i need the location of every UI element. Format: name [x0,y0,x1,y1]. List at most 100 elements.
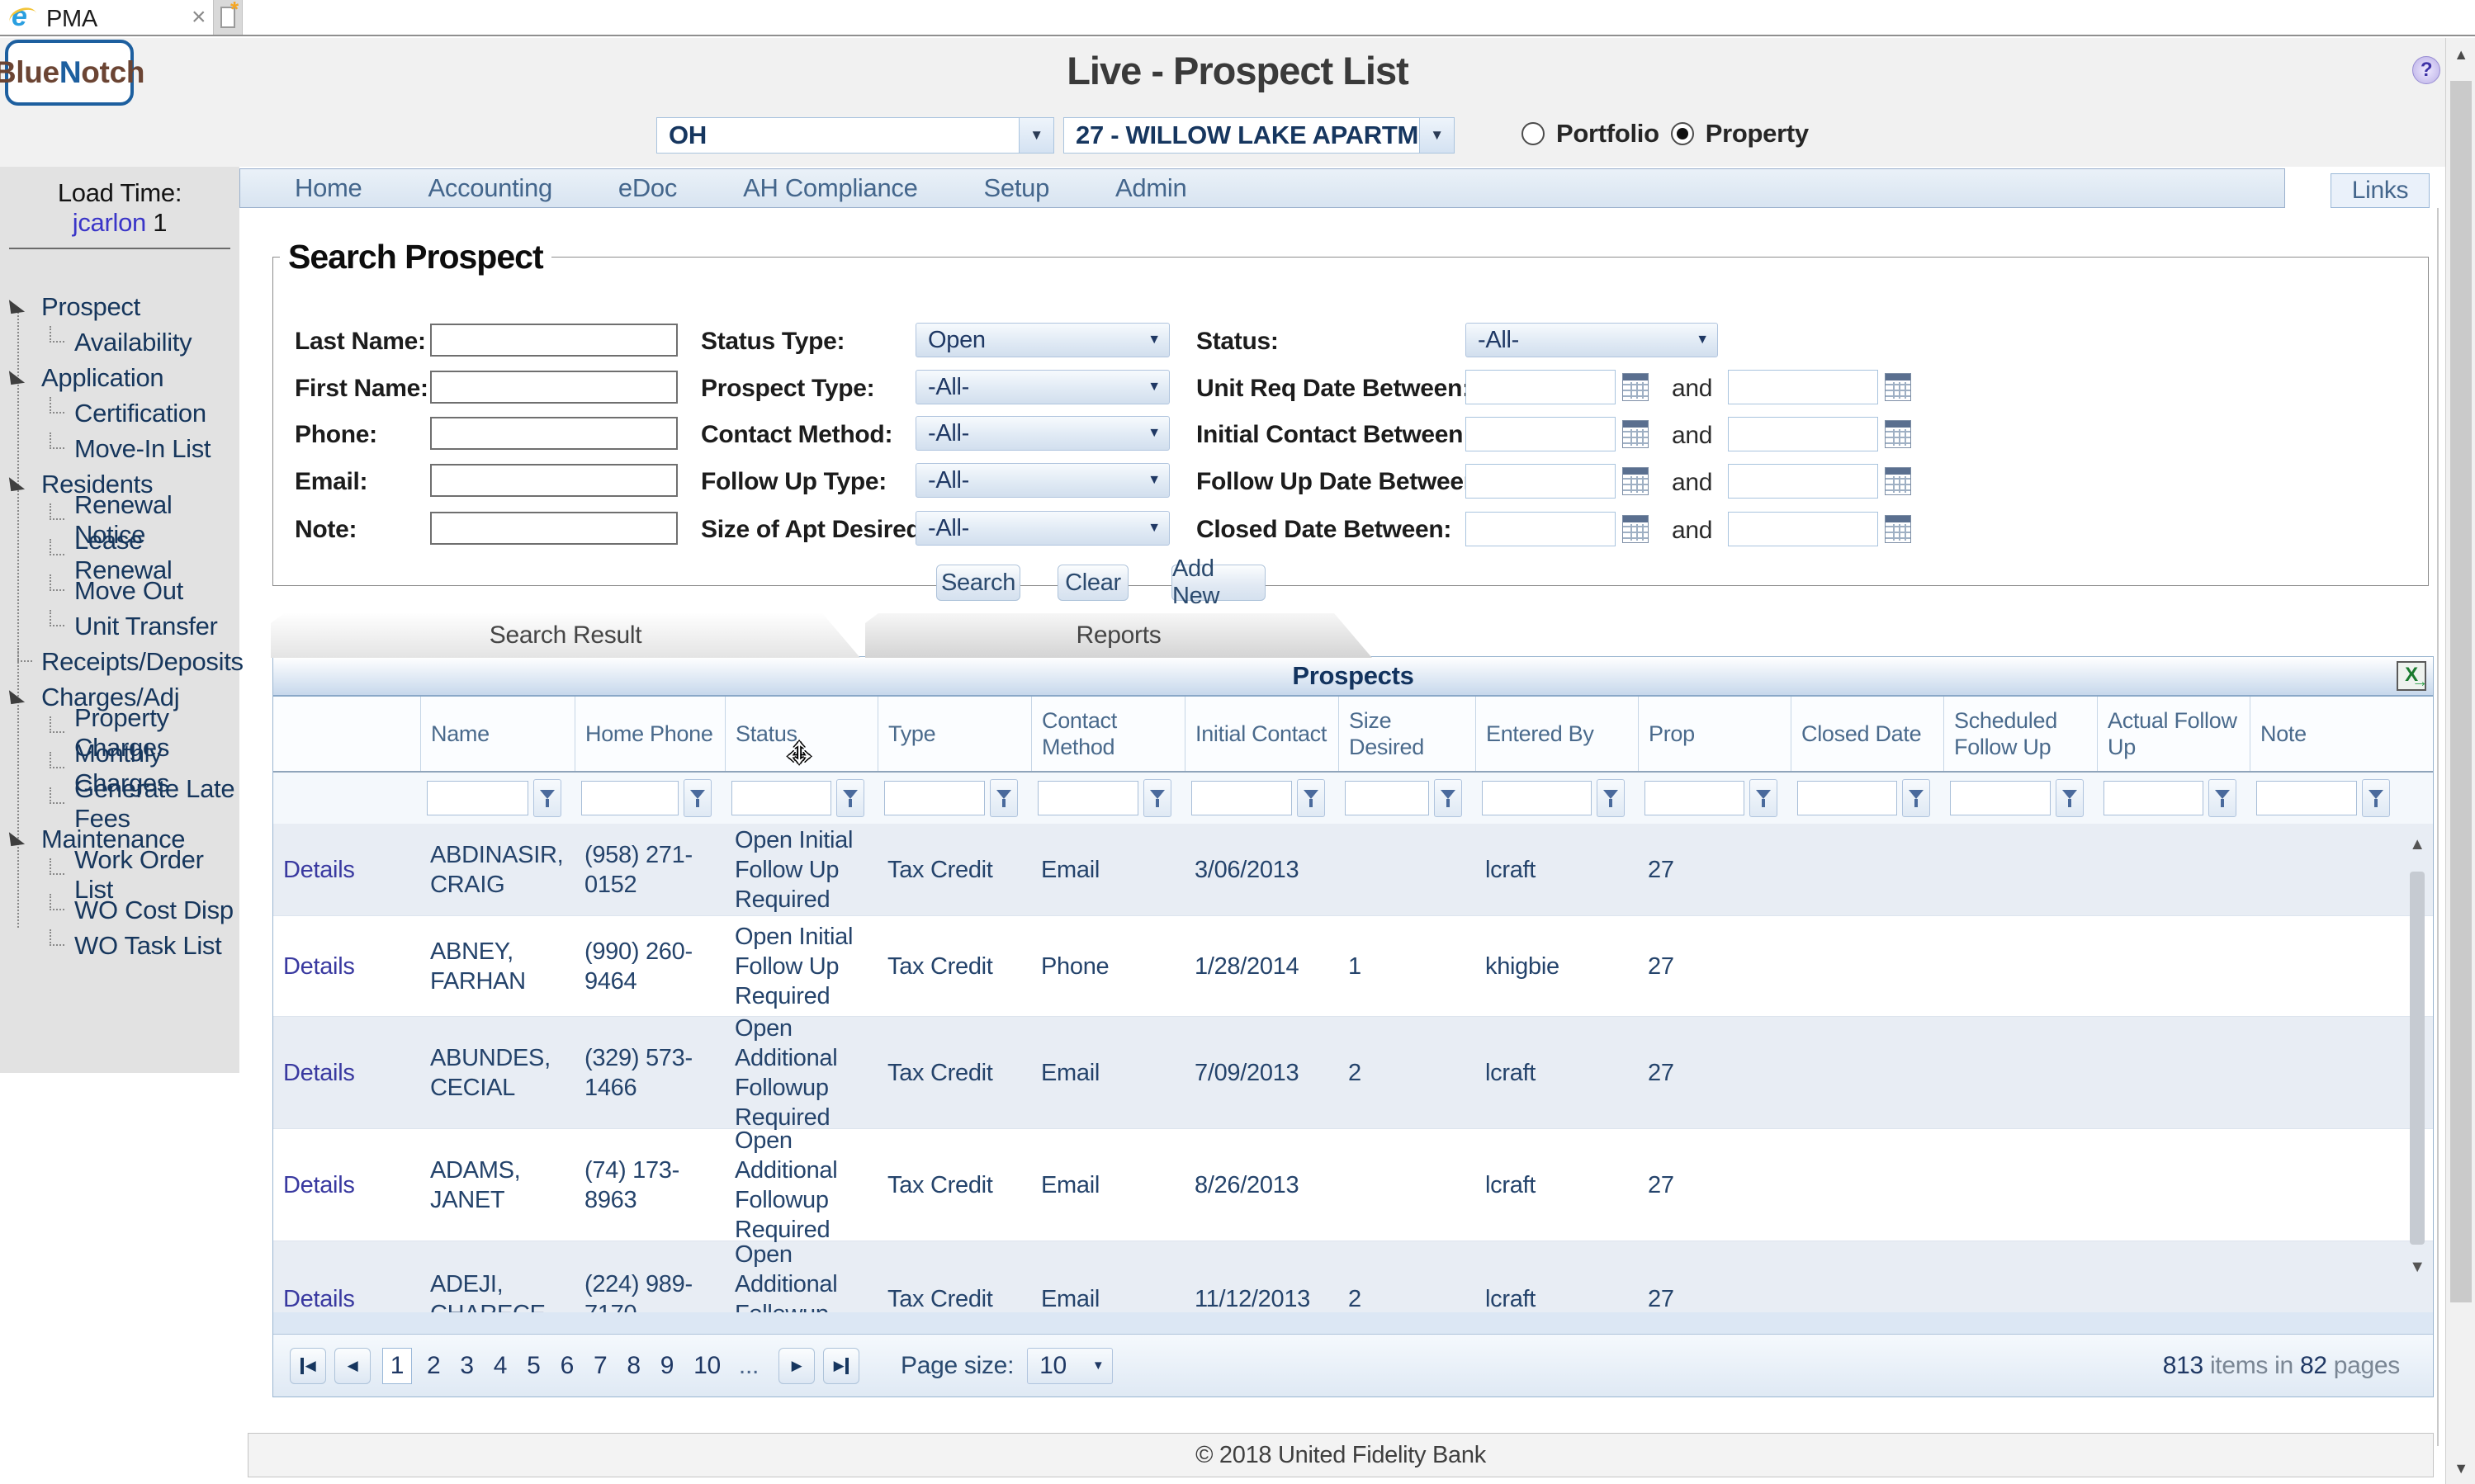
filter-funnel-icon[interactable] [1749,779,1777,817]
sidebar-item-wo-task-list[interactable]: WO Task List [0,928,239,963]
filter-funnel-icon[interactable] [1434,779,1462,817]
filter-funnel-icon[interactable] [1902,779,1930,817]
filter-input-home-phone[interactable] [581,781,679,815]
filter-input-initial-contact[interactable] [1191,781,1292,815]
col-header-note[interactable]: Note [2250,697,2403,771]
filter-funnel-icon[interactable] [1597,779,1625,817]
scrollbar-thumb[interactable] [2410,872,2425,1245]
follow-up-date-from-field[interactable] [1465,464,1616,499]
menu-item-edoc[interactable]: eDoc [618,173,677,203]
next-page-button[interactable]: ▶ [778,1348,815,1384]
first-page-button[interactable]: ◀ [290,1348,326,1384]
portfolio-radio-label[interactable]: Portfolio [1556,119,1659,149]
col-header-contact-method[interactable]: Contact Method [1031,697,1185,771]
filter-funnel-icon[interactable] [1297,779,1325,817]
portfolio-radio[interactable] [1521,122,1545,145]
follow-up-type-dropdown[interactable]: -All-▼ [916,463,1170,498]
calendar-icon[interactable] [1885,420,1911,448]
col-header-home-phone[interactable]: Home Phone [575,697,725,771]
filter-funnel-icon[interactable] [1143,779,1171,817]
scrollbar-thumb[interactable] [2450,81,2472,1302]
menu-item-accounting[interactable]: Accounting [428,173,552,203]
sidebar-item-generate-late-fees[interactable]: Generate Late Fees [0,786,239,821]
filter-funnel-icon[interactable] [836,779,864,817]
scroll-down-icon[interactable]: ▼ [2446,1460,2475,1477]
status-dropdown[interactable]: -All-▼ [1465,323,1718,357]
page-9-link[interactable]: 9 [651,1352,684,1380]
col-header-size-desired[interactable]: Size Desired [1338,697,1475,771]
filter-input-actual-follow-up[interactable] [2104,781,2203,815]
sidebar-item-receipts-deposits[interactable]: Receipts/Deposits [0,644,239,679]
tab-reports[interactable]: Reports [865,613,1372,658]
chevron-down-icon[interactable]: ▼ [1019,118,1053,153]
phone-field[interactable] [430,417,678,450]
unit-req-date-to-field[interactable] [1728,370,1878,404]
details-link[interactable]: Details [273,1017,420,1128]
initial-contact-from-field[interactable] [1465,417,1616,451]
unit-req-date-from-field[interactable] [1465,370,1616,404]
tab-search-result[interactable]: Search Result [271,613,860,658]
chevron-down-icon[interactable]: ▼ [1419,118,1454,153]
sidebar-item-prospect[interactable]: Prospect [0,289,239,324]
sidebar-item-wo-cost-disp[interactable]: WO Cost Disp [0,892,239,928]
scroll-up-icon[interactable]: ▲ [2446,46,2475,64]
page-2-link[interactable]: 2 [417,1352,450,1380]
help-icon[interactable]: ? [2412,56,2440,84]
filter-input-type[interactable] [884,781,985,815]
page-6-link[interactable]: 6 [551,1352,584,1380]
tab-close-icon[interactable]: × [192,3,206,31]
details-link[interactable]: Details [273,1241,420,1312]
calendar-icon[interactable] [1622,467,1649,495]
calendar-icon[interactable] [1885,515,1911,543]
details-link[interactable]: Details [273,824,420,915]
menu-item-home[interactable]: Home [295,173,362,203]
filter-funnel-icon[interactable] [684,779,712,817]
property-radio-label[interactable]: Property [1706,119,1809,149]
email-field[interactable] [430,464,678,497]
filter-input-note[interactable] [2256,781,2357,815]
filter-funnel-icon[interactable] [2208,779,2236,817]
add-new-button[interactable]: Add New [1171,565,1266,601]
status-type-dropdown[interactable]: Open▼ [916,323,1170,357]
details-link[interactable]: Details [273,1129,420,1241]
note-field[interactable] [430,512,678,545]
calendar-icon[interactable] [1622,373,1649,401]
sidebar-item-application[interactable]: Application [0,360,239,395]
calendar-icon[interactable] [1622,515,1649,543]
sidebar-item-move-in-list[interactable]: Move-In List [0,431,239,466]
col-header-prop[interactable]: Prop [1638,697,1791,771]
menu-item-ah-compliance[interactable]: AH Compliance [743,173,917,203]
col-header-details[interactable] [273,697,420,771]
filter-input-size-desired[interactable] [1345,781,1429,815]
size-of-apt-dropdown[interactable]: -All-▼ [916,511,1170,546]
scroll-down-icon[interactable]: ▼ [2404,1253,2430,1281]
pagination-ellipsis[interactable]: ... [731,1352,767,1380]
contact-method-dropdown[interactable]: -All-▼ [916,416,1170,451]
col-header-type[interactable]: Type [878,697,1031,771]
filter-input-contact-method[interactable] [1038,781,1138,815]
col-header-closed-date[interactable]: Closed Date [1791,697,1943,771]
last-page-button[interactable]: ▶ [823,1348,859,1384]
page-5-link[interactable]: 5 [517,1352,550,1380]
page-7-link[interactable]: 7 [584,1352,617,1380]
col-header-scheduled-follow-up[interactable]: Scheduled Follow Up [1943,697,2097,771]
filter-input-name[interactable] [427,781,528,815]
page-10-link[interactable]: 10 [684,1352,731,1380]
previous-page-button[interactable]: ◀ [334,1348,371,1384]
property-dropdown[interactable]: 27 - WILLOW LAKE APARTMENTS ▼ [1063,117,1455,154]
menu-item-setup[interactable]: Setup [984,173,1050,203]
links-button[interactable]: Links [2331,173,2430,208]
filter-input-closed-date[interactable] [1797,781,1897,815]
col-header-initial-contact[interactable]: Initial Contact [1185,697,1338,771]
menu-item-admin[interactable]: Admin [1115,173,1186,203]
closed-date-from-field[interactable] [1465,512,1616,546]
filter-input-entered-by[interactable] [1482,781,1592,815]
export-to-excel-button[interactable]: X → [2397,661,2426,691]
property-radio[interactable] [1671,122,1694,145]
filter-funnel-icon[interactable] [990,779,1018,817]
username[interactable]: jcarlon [73,208,146,237]
sidebar-item-unit-transfer[interactable]: Unit Transfer [0,608,239,644]
calendar-icon[interactable] [1622,420,1649,448]
page-size-dropdown[interactable]: 10 ▼ [1027,1348,1113,1384]
closed-date-to-field[interactable] [1728,512,1878,546]
